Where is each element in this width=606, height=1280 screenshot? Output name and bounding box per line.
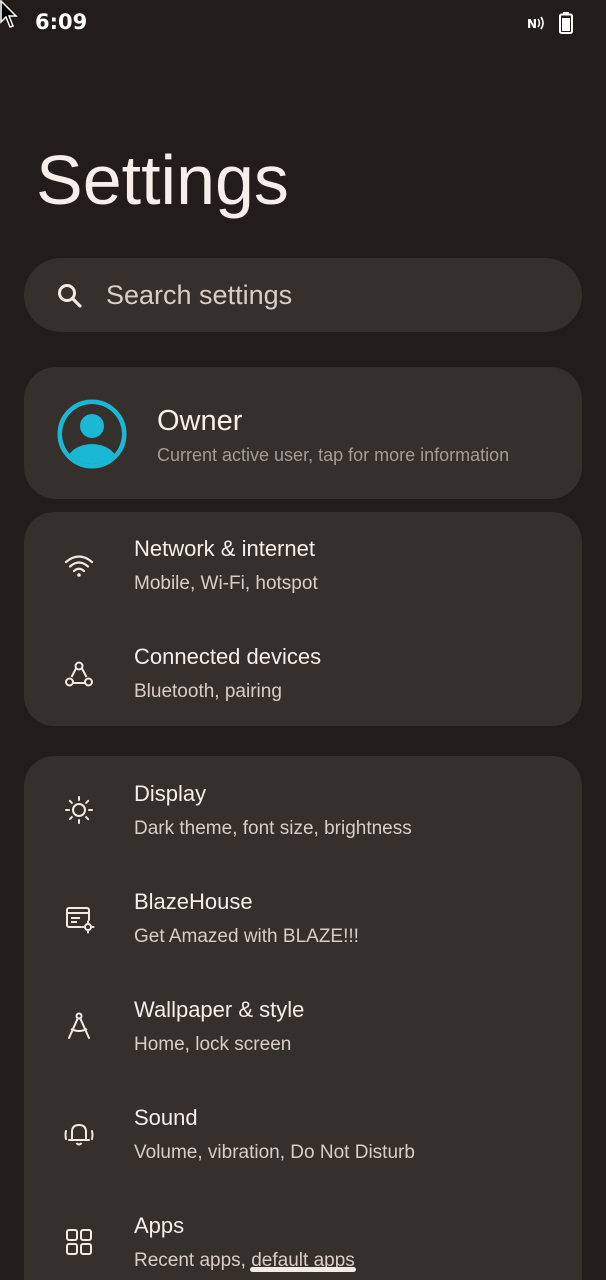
page-title: Settings — [36, 141, 289, 219]
wallpaper-style-icon — [68, 1012, 90, 1039]
sound-bell-icon — [64, 1124, 94, 1146]
owner-subtitle: Current active user, tap for more inform… — [157, 445, 510, 465]
blazehouse-icon — [66, 907, 95, 934]
wallpaper-title: Wallpaper & style — [134, 997, 305, 1022]
connected-devices-title: Connected devices — [134, 644, 322, 669]
mouse-cursor-icon — [0, 0, 18, 28]
sound-title: Sound — [134, 1105, 198, 1130]
connected-devices-subtitle: Bluetooth, pairing — [134, 681, 282, 702]
display-title: Display — [134, 781, 207, 806]
status-time: 6:09 — [35, 10, 88, 34]
search-placeholder[interactable]: Search settings — [106, 280, 292, 311]
wifi-icon — [64, 555, 94, 577]
avatar-icon — [57, 399, 127, 469]
gesture-nav-handle[interactable] — [250, 1267, 356, 1272]
battery-icon — [559, 12, 573, 34]
brightness-icon — [65, 796, 93, 824]
nfc-icon: N — [527, 16, 544, 31]
display-subtitle: Dark theme, font size, brightness — [134, 818, 412, 839]
blazehouse-title: BlazeHouse — [134, 889, 253, 914]
settings-screen: 6:09 N Settings Search settings Owner Cu… — [0, 0, 606, 1280]
apps-title: Apps — [134, 1213, 185, 1238]
search-icon — [58, 284, 82, 308]
connected-devices-icon — [65, 661, 93, 687]
wallpaper-subtitle: Home, lock screen — [134, 1034, 292, 1055]
blazehouse-subtitle: Get Amazed with BLAZE!!! — [134, 926, 359, 947]
apps-grid-icon — [66, 1229, 92, 1255]
network-subtitle: Mobile, Wi-Fi, hotspot — [134, 573, 318, 594]
network-title: Network & internet — [134, 536, 315, 561]
svg-text:N: N — [527, 17, 537, 31]
sound-subtitle: Volume, vibration, Do Not Disturb — [134, 1142, 415, 1163]
status-bar: 6:09 N — [0, 0, 606, 46]
owner-name: Owner — [157, 405, 243, 437]
